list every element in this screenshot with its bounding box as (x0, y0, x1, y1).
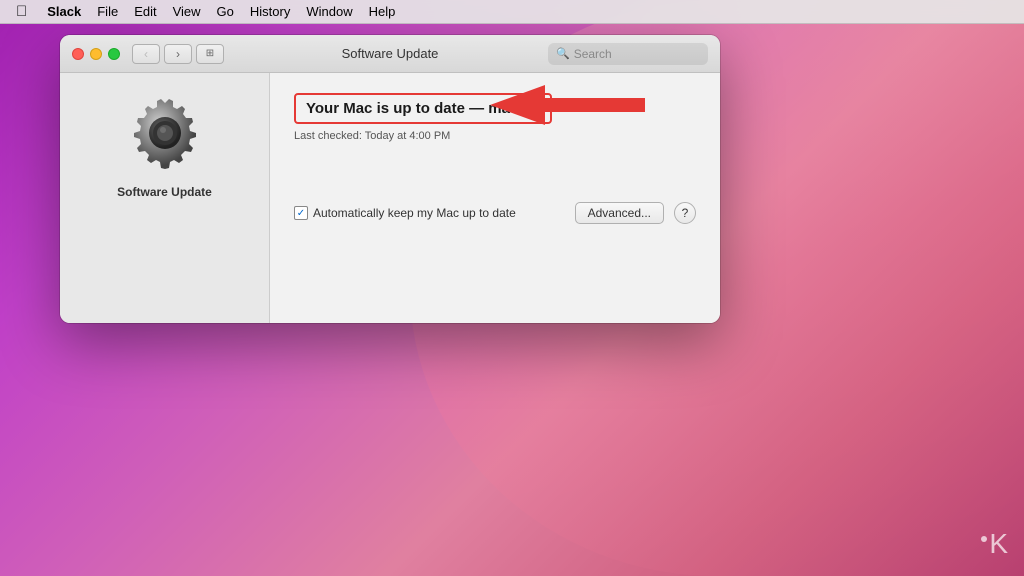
sidebar-label: Software Update (117, 185, 212, 199)
gear-icon (125, 93, 205, 173)
file-menu-label: File (97, 4, 118, 19)
sidebar: Software Update (60, 73, 270, 323)
minimize-button[interactable] (90, 48, 102, 60)
search-bar[interactable]: 🔍 Search (548, 43, 708, 65)
kb-letter: K (989, 528, 1008, 560)
view-menu[interactable]: View (165, 0, 209, 23)
window-menu[interactable]: Window (298, 0, 360, 23)
help-menu-label: Help (369, 4, 396, 19)
arrow-svg (490, 80, 650, 130)
maximize-button[interactable] (108, 48, 120, 60)
kb-dot-icon (981, 536, 987, 542)
gear-icon-container (125, 93, 205, 173)
bottom-bar: ✓ Automatically keep my Mac up to date A… (294, 202, 696, 224)
back-button[interactable]: ‹ (132, 44, 160, 64)
view-menu-label: View (173, 4, 201, 19)
traffic-lights (72, 48, 120, 60)
app-name-label: Slack (47, 4, 81, 19)
help-menu[interactable]: Help (361, 0, 404, 23)
go-menu-label: Go (217, 4, 234, 19)
forward-chevron-icon: › (176, 47, 180, 61)
help-button[interactable]: ? (674, 202, 696, 224)
software-update-window: ‹ › ⊞ Software Update 🔍 Search (60, 35, 720, 323)
edit-menu-label: Edit (134, 4, 156, 19)
grid-view-button[interactable]: ⊞ (196, 44, 224, 64)
apple-menu[interactable]:  (8, 0, 39, 23)
red-arrow-annotation (490, 80, 650, 135)
kb-watermark: K (981, 528, 1008, 560)
close-button[interactable] (72, 48, 84, 60)
auto-update-label: Automatically keep my Mac up to date (313, 206, 516, 220)
file-menu[interactable]: File (89, 0, 126, 23)
search-icon: 🔍 (556, 47, 570, 60)
apple-logo-icon:  (16, 3, 27, 20)
grid-icon: ⊞ (206, 48, 214, 59)
menu-bar:  Slack File Edit View Go History Window… (0, 0, 1024, 24)
checkbox-checkmark-icon: ✓ (297, 208, 305, 219)
app-name-menu[interactable]: Slack (39, 0, 89, 23)
advanced-button[interactable]: Advanced... (575, 202, 664, 224)
edit-menu[interactable]: Edit (126, 0, 164, 23)
window-title-bar: ‹ › ⊞ Software Update 🔍 Search (60, 35, 720, 73)
back-chevron-icon: ‹ (144, 47, 148, 61)
auto-update-checkbox-container[interactable]: ✓ Automatically keep my Mac up to date (294, 206, 516, 220)
forward-button[interactable]: › (164, 44, 192, 64)
auto-update-checkbox[interactable]: ✓ (294, 206, 308, 220)
window-title: Software Update (342, 46, 439, 61)
window-menu-label: Window (306, 4, 352, 19)
nav-buttons: ‹ › (132, 44, 192, 64)
history-menu[interactable]: History (242, 0, 298, 23)
go-menu[interactable]: Go (209, 0, 242, 23)
search-placeholder: Search (574, 47, 612, 61)
history-menu-label: History (250, 4, 290, 19)
